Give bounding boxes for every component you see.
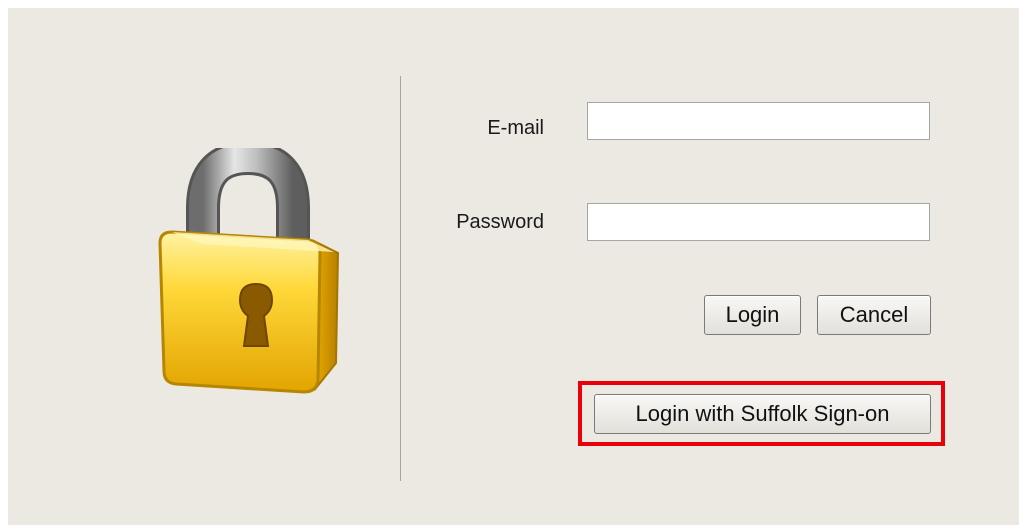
email-label: E-mail — [487, 117, 544, 139]
padlock-icon — [148, 140, 348, 398]
password-label: Password — [456, 211, 544, 233]
cancel-button[interactable]: Cancel — [817, 295, 931, 335]
login-panel — [8, 8, 1019, 525]
suffolk-sso-button[interactable]: Login with Suffolk Sign-on — [594, 394, 931, 434]
login-button[interactable]: Login — [704, 295, 801, 335]
password-field[interactable] — [587, 203, 930, 241]
email-field[interactable] — [587, 102, 930, 140]
